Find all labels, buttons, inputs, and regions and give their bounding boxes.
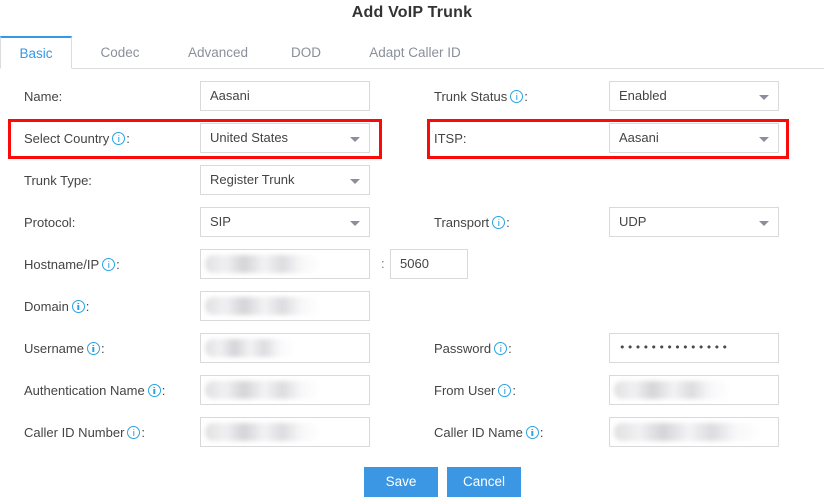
transport-select[interactable]: UDP — [609, 207, 779, 237]
save-button[interactable]: Save — [364, 467, 438, 497]
tab-bar: Basic Codec Advanced DOD Adapt Caller ID — [0, 36, 824, 69]
chevron-down-icon — [350, 137, 360, 142]
authentication-name-label-suffix: : — [161, 383, 166, 398]
from-user-label-text: From User — [434, 383, 496, 398]
trunk-type-select[interactable]: Register Trunk — [200, 165, 370, 195]
itsp-label: ITSP: — [434, 130, 467, 148]
password-label-text: Password — [434, 341, 492, 356]
info-icon[interactable] — [525, 426, 539, 439]
chevron-down-icon — [759, 137, 769, 142]
cancel-button[interactable]: Cancel — [447, 467, 521, 497]
info-icon[interactable] — [127, 426, 141, 439]
password-input[interactable]: •••••••••••••• — [609, 333, 779, 363]
hostname-ip-label-text: Hostname/IP — [24, 257, 100, 272]
info-icon[interactable] — [494, 342, 508, 355]
info-icon[interactable] — [102, 258, 116, 271]
info-icon[interactable] — [86, 342, 100, 355]
redacted-value — [205, 255, 319, 273]
trunk-status-label-suffix: : — [524, 89, 528, 104]
username-label-text: Username — [24, 341, 84, 356]
itsp-value: Aasani — [619, 130, 659, 145]
page-title: Add VoIP Trunk — [351, 4, 473, 21]
redacted-value — [614, 381, 728, 399]
hostname-ip-label-suffix: : — [116, 257, 120, 272]
tab-dod[interactable]: DOD — [275, 36, 337, 69]
domain-label-suffix: : — [85, 299, 90, 314]
domain-input[interactable] — [200, 291, 370, 321]
trunk-type-label-text: Trunk Type: — [24, 173, 92, 188]
tab-codec[interactable]: Codec — [80, 36, 160, 69]
from-user-label-suffix: : — [512, 383, 517, 398]
hostname-ip-label: Hostname/IP: — [24, 256, 120, 274]
select-country-label-suffix: : — [126, 131, 130, 146]
trunk-status-label: Trunk Status: — [434, 88, 528, 106]
itsp-select[interactable]: Aasani — [609, 123, 779, 153]
transport-label-suffix: : — [506, 215, 510, 230]
select-country-label-text: Select Country — [24, 131, 110, 146]
tab-adapt-caller-id[interactable]: Adapt Caller ID — [345, 36, 485, 69]
info-icon[interactable] — [498, 384, 512, 397]
name-label: Name: — [24, 88, 62, 106]
password-label: Password: — [434, 340, 512, 358]
info-icon[interactable] — [492, 216, 506, 229]
password-label-suffix: : — [508, 341, 512, 356]
chevron-down-icon — [759, 95, 769, 100]
trunk-type-value: Register Trunk — [210, 172, 295, 187]
name-label-text: Name: — [24, 89, 63, 104]
hostname-ip-input[interactable] — [200, 249, 370, 279]
username-input[interactable] — [200, 333, 370, 363]
chevron-down-icon — [350, 221, 360, 226]
chevron-down-icon — [350, 179, 360, 184]
caller-id-number-input[interactable] — [200, 417, 370, 447]
domain-label: Domain: — [24, 298, 89, 316]
from-user-input[interactable] — [609, 375, 779, 405]
domain-label-text: Domain — [24, 299, 69, 314]
info-icon[interactable] — [147, 384, 161, 397]
protocol-label-text: Protocol: — [24, 215, 76, 230]
select-country-value: United States — [210, 130, 289, 145]
authentication-name-label: Authentication Name: — [24, 382, 165, 400]
caller-id-number-label-suffix: : — [141, 425, 146, 440]
transport-value: UDP — [619, 214, 647, 229]
authentication-name-input[interactable] — [200, 375, 370, 405]
select-country-select[interactable]: United States — [200, 123, 370, 153]
info-icon[interactable] — [71, 300, 85, 313]
basic-settings-form: Name: Aasani Trunk Status: Enabled Selec… — [0, 69, 824, 502]
from-user-label: From User: — [434, 382, 516, 400]
redacted-value — [205, 381, 319, 399]
redacted-value — [205, 339, 292, 357]
redacted-value — [205, 297, 319, 315]
username-label: Username: — [24, 340, 105, 358]
trunk-status-select[interactable]: Enabled — [609, 81, 779, 111]
name-input[interactable]: Aasani — [200, 81, 370, 111]
itsp-label-text: ITSP: — [434, 131, 467, 146]
authentication-name-label-text: Authentication Name — [24, 383, 145, 398]
username-label-suffix: : — [100, 341, 105, 356]
chevron-down-icon — [759, 221, 769, 226]
protocol-label: Protocol: — [24, 214, 75, 232]
port-input[interactable]: 5060 — [390, 249, 468, 279]
transport-label: Transport: — [434, 214, 510, 232]
caller-id-name-input[interactable] — [609, 417, 779, 447]
trunk-status-label-text: Trunk Status — [434, 89, 508, 104]
caller-id-number-label: Caller ID Number: — [24, 424, 145, 442]
tab-advanced[interactable]: Advanced — [168, 36, 268, 69]
protocol-value: SIP — [210, 214, 231, 229]
caller-id-name-label: Caller ID Name: — [434, 424, 543, 442]
trunk-type-label: Trunk Type: — [24, 172, 92, 190]
info-icon[interactable] — [510, 90, 524, 103]
host-port-separator: : — [381, 256, 385, 271]
select-country-label: Select Country: — [24, 130, 130, 148]
info-icon[interactable] — [112, 132, 126, 145]
caller-id-number-label-text: Caller ID Number — [24, 425, 125, 440]
caller-id-name-label-suffix: : — [539, 425, 544, 440]
protocol-select[interactable]: SIP — [200, 207, 370, 237]
redacted-value — [614, 423, 758, 441]
caller-id-name-label-text: Caller ID Name — [434, 425, 523, 440]
transport-label-text: Transport — [434, 215, 490, 230]
tab-basic[interactable]: Basic — [0, 36, 72, 69]
redacted-value — [205, 423, 319, 441]
trunk-status-value: Enabled — [619, 88, 667, 103]
